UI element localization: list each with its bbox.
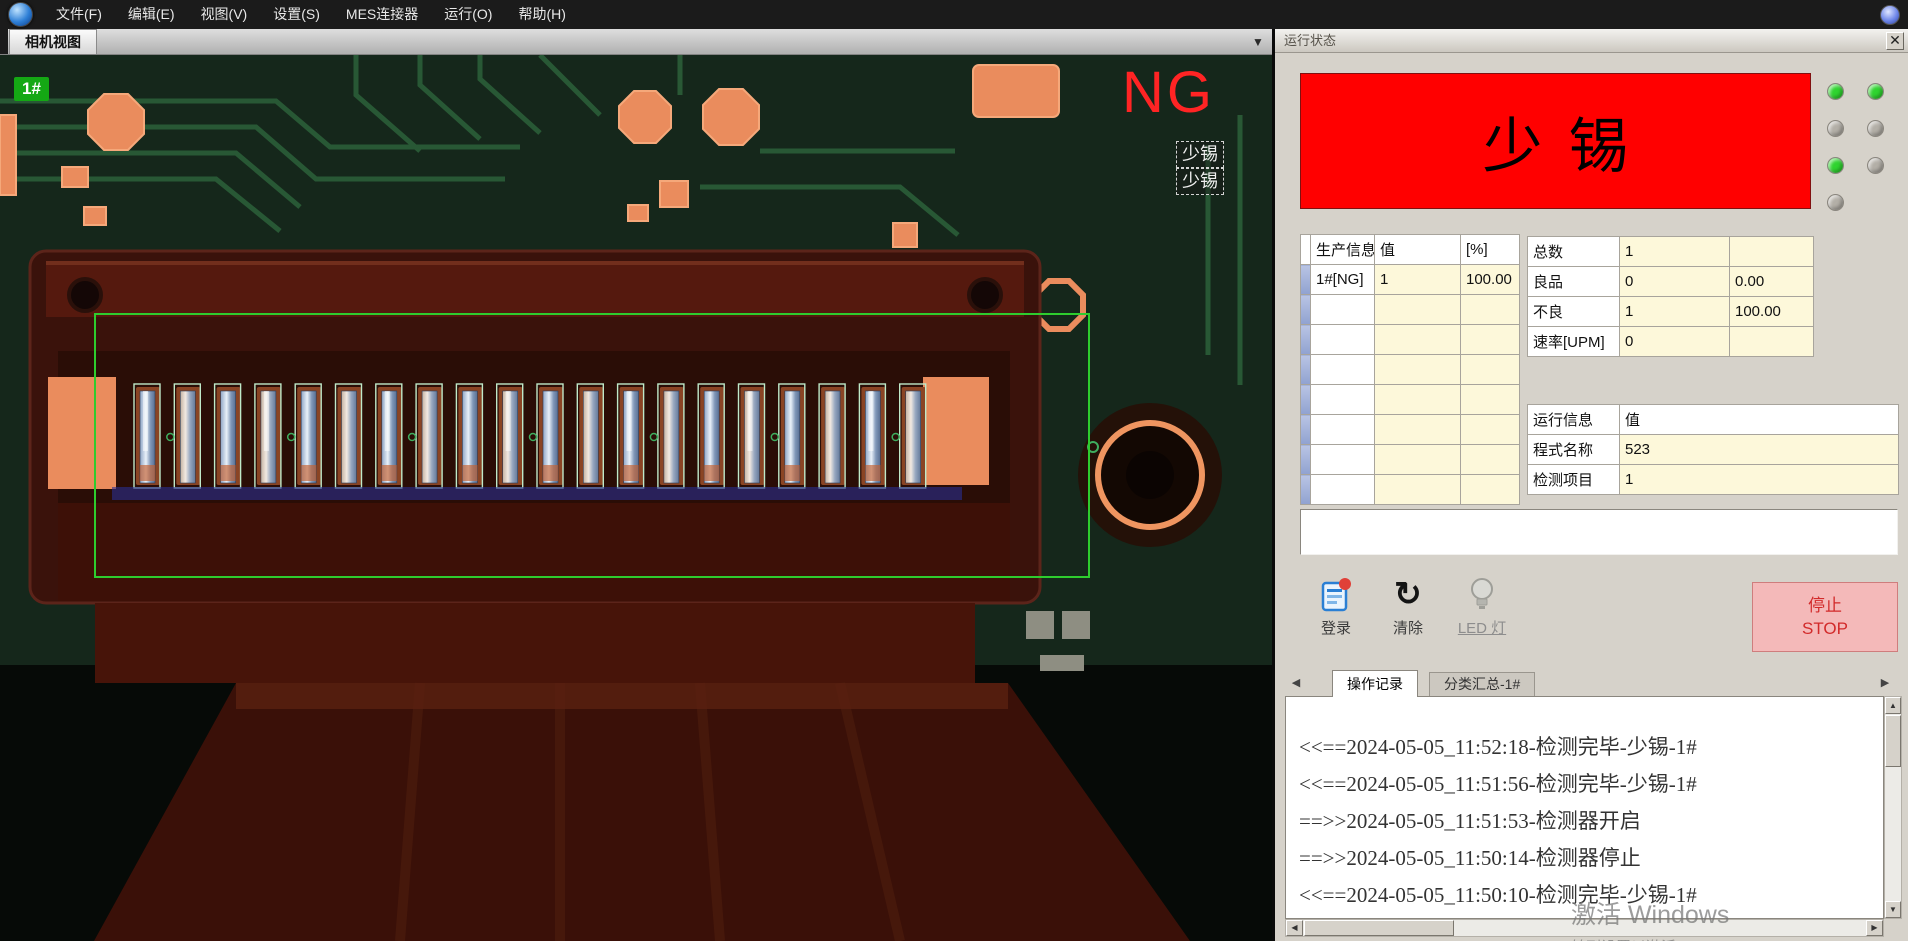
tabstrip-corner <box>0 29 8 54</box>
aoi-inspection-app: 文件(F) 编辑(E) 视图(V) 设置(S) MES连接器 运行(O) 帮助(… <box>0 0 1908 941</box>
scrollbar-thumb[interactable] <box>1304 920 1454 936</box>
pcb-image <box>0 55 1272 941</box>
indicator-grid <box>1827 83 1884 211</box>
defect-alert-box: 少锡 <box>1300 73 1811 209</box>
log-tab-bar: ◀ 操作记录 分类汇总-1# ▶ <box>1275 669 1908 696</box>
defect-tag: 少锡 <box>1176 168 1224 195</box>
table-row: 速率[UPM]0 <box>1528 327 1814 357</box>
tab-camera-view[interactable]: 相机视图 <box>9 29 97 54</box>
vertical-scrollbar[interactable]: ▲ ▼ <box>1884 696 1902 919</box>
message-box <box>1300 509 1898 555</box>
table-header-row: 生产信息 值 [%] <box>1301 235 1520 265</box>
camera-tab-strip: 相机视图 ▼ <box>0 29 1272 55</box>
tab-scroll-right-icon[interactable]: ▶ <box>1876 674 1894 692</box>
table-row <box>1301 415 1520 445</box>
table-row: 总数1 <box>1528 237 1814 267</box>
camera-view: 1# NG 少锡 少锡 <box>0 55 1272 941</box>
table-row <box>1301 385 1520 415</box>
tab-operation-log[interactable]: 操作记录 <box>1332 670 1418 697</box>
stop-button[interactable]: 停止 STOP <box>1752 582 1898 652</box>
menu-run[interactable]: 运行(O) <box>431 0 505 29</box>
scroll-left-icon[interactable]: ◀ <box>1286 920 1303 936</box>
log-list: <<==2024-05-05_11:52:18-检测完毕-少锡-1#<<==20… <box>1286 697 1883 914</box>
table-header-row: 运行信息 值 <box>1528 405 1899 435</box>
status-led <box>1867 157 1884 174</box>
log-entry: <<==2024-05-05_11:51:56-检测完毕-少锡-1# <box>1286 766 1883 803</box>
menu-help[interactable]: 帮助(H) <box>505 0 578 29</box>
log-entry: <<==2024-05-05_11:52:18-检测完毕-少锡-1# <box>1286 729 1883 766</box>
login-badge-icon <box>1319 576 1353 612</box>
scroll-down-icon[interactable]: ▼ <box>1885 901 1901 918</box>
operation-log-area: <<==2024-05-05_11:52:18-检测完毕-少锡-1#<<==20… <box>1285 696 1884 919</box>
table-row <box>1301 445 1520 475</box>
inspection-result-label: NG <box>1122 59 1215 126</box>
clear-button[interactable]: ↻ 清除 <box>1375 576 1441 654</box>
tray-icon[interactable] <box>1880 5 1900 25</box>
menu-edit[interactable]: 编辑(E) <box>115 0 188 29</box>
scroll-up-icon[interactable]: ▲ <box>1885 697 1901 714</box>
scrollbar-thumb[interactable] <box>1885 715 1901 767</box>
table-row: 1#[NG]1100.00 <box>1301 265 1520 295</box>
camera-index-badge: 1# <box>14 77 49 101</box>
login-button[interactable]: 登录 <box>1303 576 1369 654</box>
menu-view[interactable]: 视图(V) <box>188 0 261 29</box>
menu-settings[interactable]: 设置(S) <box>260 0 333 29</box>
status-led <box>1827 157 1844 174</box>
status-led <box>1867 120 1884 137</box>
refresh-icon: ↻ <box>1394 576 1422 612</box>
led-bulb-icon <box>1468 576 1496 612</box>
status-led <box>1827 83 1844 100</box>
log-entry: ==>>2024-05-05_11:50:14-检测器停止 <box>1286 840 1883 877</box>
defect-tag: 少锡 <box>1176 141 1224 168</box>
production-table: 生产信息 值 [%] 1#[NG]1100.00 <box>1300 234 1520 505</box>
table-row: 不良1100.00 <box>1528 297 1814 327</box>
scroll-right-icon[interactable]: ▶ <box>1866 920 1883 936</box>
menu-mes-connector[interactable]: MES连接器 <box>333 0 431 29</box>
run-info-table: 运行信息 值 程式名称523检测项目1 <box>1527 404 1899 495</box>
table-row <box>1301 355 1520 385</box>
menu-bar: 文件(F) 编辑(E) 视图(V) 设置(S) MES连接器 运行(O) 帮助(… <box>0 0 1908 29</box>
chevron-down-icon[interactable]: ▼ <box>1244 29 1272 54</box>
stats-table: 总数1良品00.00不良1100.00速率[UPM]0 <box>1527 236 1814 357</box>
defect-tag-list: 少锡 少锡 <box>1176 141 1224 195</box>
tab-class-summary[interactable]: 分类汇总-1# <box>1429 672 1535 697</box>
table-row <box>1301 475 1520 505</box>
app-logo-icon <box>8 2 33 27</box>
status-led <box>1827 120 1844 137</box>
menu-file[interactable]: 文件(F) <box>43 0 115 29</box>
log-entry: <<==2024-05-05_11:50:10-检测完毕-少锡-1# <box>1286 877 1883 914</box>
table-row: 程式名称523 <box>1528 435 1899 465</box>
table-row: 良品00.00 <box>1528 267 1814 297</box>
status-led <box>1827 194 1844 211</box>
panel-title: 运行状态 <box>1275 29 1908 53</box>
run-status-panel: 运行状态 ✕ 少锡 生产信息 值 [%] 1#[NG]1100.00 总数1良品… <box>1275 29 1908 941</box>
tab-scroll-left-icon[interactable]: ◀ <box>1287 674 1305 692</box>
horizontal-scrollbar[interactable]: ◀ ▶ <box>1285 919 1884 937</box>
table-row <box>1301 325 1520 355</box>
status-led <box>1867 83 1884 100</box>
led-light-button[interactable]: LED 灯 <box>1449 576 1515 654</box>
table-row <box>1301 295 1520 325</box>
log-entry: ==>>2024-05-05_11:51:53-检测器开启 <box>1286 803 1883 840</box>
close-icon[interactable]: ✕ <box>1886 32 1904 50</box>
table-row: 检测项目1 <box>1528 465 1899 495</box>
